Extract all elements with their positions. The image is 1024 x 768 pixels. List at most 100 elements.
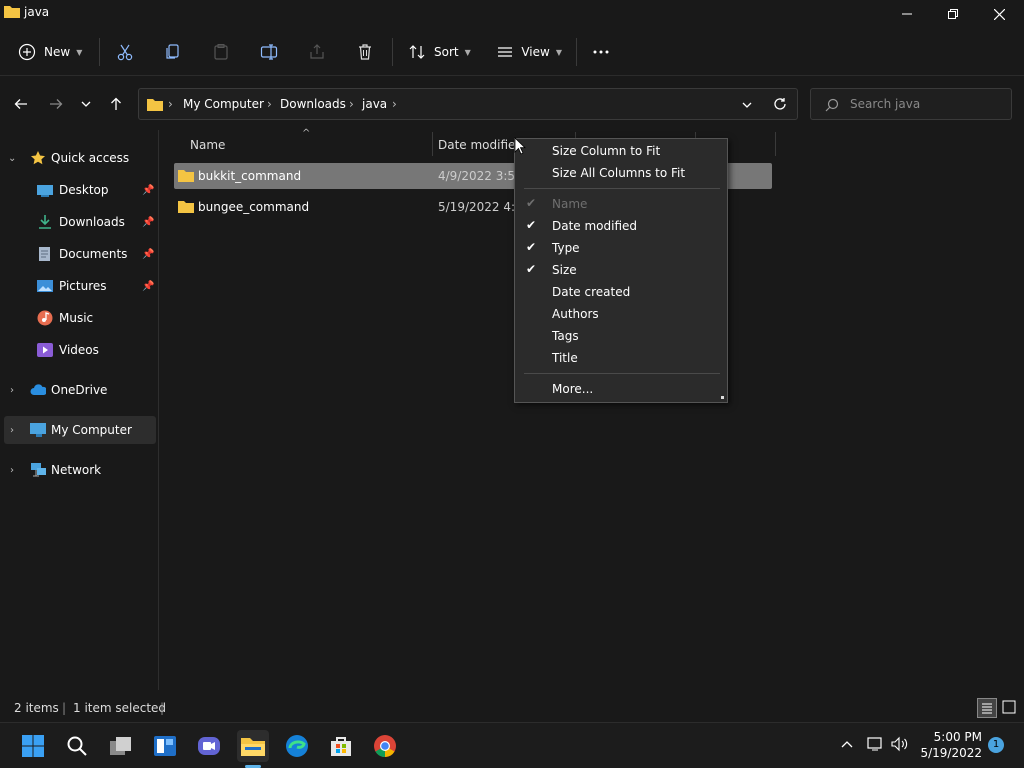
address-dropdown-icon[interactable]: [741, 99, 753, 111]
search-box[interactable]: Search java: [810, 88, 1012, 120]
menu-label: Title: [552, 351, 578, 365]
nav-music[interactable]: Music: [4, 304, 156, 332]
cut-button[interactable]: [116, 36, 136, 68]
breadcrumb-java[interactable]: java: [362, 97, 387, 111]
close-button[interactable]: [976, 0, 1022, 28]
file-name: bungee_command: [198, 200, 310, 214]
task-view-button[interactable]: [105, 730, 137, 762]
chevron-right-icon: ›: [168, 97, 173, 111]
nav-downloads[interactable]: Downloads 📌: [4, 208, 156, 236]
breadcrumb-downloads[interactable]: Downloads: [280, 97, 346, 111]
network-status-icon[interactable]: [866, 736, 884, 755]
system-clock[interactable]: 5:00 PM 5/19/2022: [918, 729, 982, 761]
file-explorer-taskbar-button[interactable]: [237, 730, 269, 762]
resize-grip-icon[interactable]: [721, 396, 724, 399]
chevron-expanded-icon[interactable]: ⌄: [8, 153, 16, 164]
breadcrumb-my-computer[interactable]: My Computer: [183, 97, 264, 111]
status-divider: |: [62, 701, 67, 715]
minimize-button[interactable]: [884, 0, 930, 28]
document-icon: [39, 247, 50, 261]
chrome-button[interactable]: [369, 730, 401, 762]
notification-badge[interactable]: 1: [988, 737, 1004, 753]
pane-splitter[interactable]: [158, 130, 159, 690]
menu-label: Authors: [552, 307, 599, 321]
menu-item-column-title[interactable]: Title: [515, 347, 727, 369]
nav-onedrive[interactable]: › OneDrive: [4, 376, 156, 404]
edge-button[interactable]: [281, 730, 313, 762]
back-button[interactable]: [9, 92, 33, 116]
column-separator[interactable]: [432, 132, 433, 156]
star-icon: [31, 151, 45, 165]
column-header-name[interactable]: Name: [190, 138, 225, 152]
up-button[interactable]: [104, 92, 128, 116]
computer-icon: [30, 423, 46, 437]
chevron-up-icon: [841, 741, 853, 748]
see-more-button[interactable]: [592, 36, 612, 68]
recent-locations-button[interactable]: [74, 92, 98, 116]
menu-item-column-authors[interactable]: Authors: [515, 303, 727, 325]
show-hidden-icons-button[interactable]: [840, 737, 854, 754]
nav-videos[interactable]: Videos: [4, 336, 156, 364]
store-button[interactable]: [325, 730, 357, 762]
chevron-right-icon[interactable]: ›: [10, 425, 14, 436]
chat-button[interactable]: [193, 730, 225, 762]
file-date: 4/9/2022 3:57 PM: [438, 169, 514, 183]
refresh-button[interactable]: [768, 92, 792, 116]
view-label: View: [521, 45, 550, 59]
widgets-button[interactable]: [149, 730, 181, 762]
network-icon: [31, 463, 46, 477]
chevron-right-icon[interactable]: ›: [10, 385, 14, 396]
menu-item-column-type[interactable]: ✔ Type: [515, 237, 727, 259]
menu-label: Date modified: [552, 219, 638, 233]
menu-item-size-all-columns-to-fit[interactable]: Size All Columns to Fit: [515, 162, 727, 184]
menu-item-size-column-to-fit[interactable]: Size Column to Fit: [515, 140, 727, 162]
chrome-icon: [374, 735, 396, 757]
status-divider: |: [160, 701, 165, 715]
picture-icon: [37, 280, 53, 292]
menu-item-more[interactable]: More...: [515, 378, 727, 400]
nav-label: OneDrive: [51, 383, 108, 397]
nav-label: My Computer: [51, 423, 132, 437]
nav-my-computer[interactable]: › My Computer: [4, 416, 156, 444]
menu-item-column-tags[interactable]: Tags: [515, 325, 727, 347]
column-separator[interactable]: [775, 132, 776, 156]
menu-label: Type: [552, 241, 580, 255]
menu-item-column-date-modified[interactable]: ✔ Date modified: [515, 215, 727, 237]
nav-pictures[interactable]: Pictures 📌: [4, 272, 156, 300]
nav-label: Pictures: [59, 279, 107, 293]
chevron-right-icon[interactable]: ›: [10, 465, 14, 476]
delete-button[interactable]: [356, 36, 376, 68]
address-bar[interactable]: › My Computer › Downloads › java ›: [138, 88, 798, 120]
tiles-view-button[interactable]: [1000, 698, 1020, 718]
menu-separator: [524, 188, 720, 189]
view-button[interactable]: View ▼: [496, 36, 562, 68]
forward-button[interactable]: [44, 92, 68, 116]
start-button[interactable]: [17, 730, 49, 762]
nav-quick-access[interactable]: ⌄ Quick access: [4, 144, 156, 172]
toolbar-separator: [576, 38, 577, 66]
search-taskbar-button[interactable]: [61, 730, 93, 762]
paste-button[interactable]: [212, 36, 232, 68]
chevron-right-icon: ›: [349, 97, 354, 111]
sort-button[interactable]: Sort ▼: [408, 36, 474, 68]
nav-desktop[interactable]: Desktop 📌: [4, 176, 156, 204]
menu-item-column-size[interactable]: ✔ Size: [515, 259, 727, 281]
copy-button[interactable]: [164, 36, 184, 68]
sort-label: Sort: [434, 45, 459, 59]
trash-icon: [359, 44, 371, 60]
checkmark-icon: ✔: [526, 218, 537, 232]
column-header-date-modified[interactable]: Date modified: [438, 138, 523, 152]
new-button[interactable]: New ▼: [18, 36, 88, 68]
restore-button[interactable]: [930, 0, 976, 28]
nav-network[interactable]: › Network: [4, 456, 156, 484]
details-view-button[interactable]: [977, 698, 997, 718]
volume-icon-button[interactable]: [891, 736, 909, 755]
menu-item-column-date-created[interactable]: Date created: [515, 281, 727, 303]
share-button[interactable]: [308, 36, 328, 68]
nav-documents[interactable]: Documents 📌: [4, 240, 156, 268]
file-explorer-window: java New ▼ Sort ▼ View ▼ › My Computer ›…: [0, 0, 1024, 722]
menu-label: Name: [552, 197, 588, 211]
rename-button[interactable]: [260, 36, 280, 68]
arrow-right-icon: [50, 99, 63, 109]
folder-icon: [241, 738, 265, 756]
